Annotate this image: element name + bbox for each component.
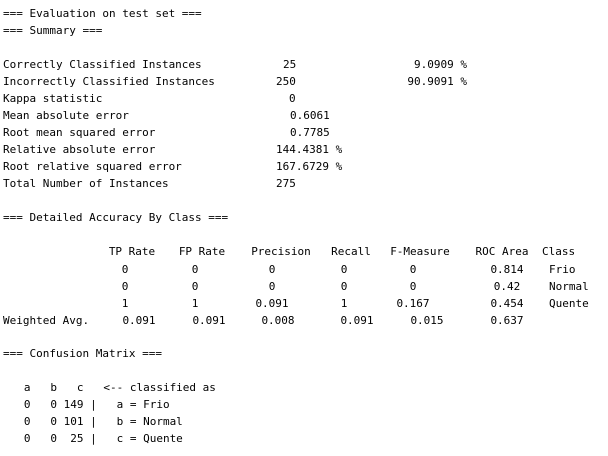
summary-row-correct-label: Correctly Classified Instances: [3, 58, 202, 71]
summary-row-rmse-label: Root mean squared error: [3, 126, 156, 139]
accuracy-cell: 0.091: [255, 297, 289, 310]
summary-title: === Summary ===: [3, 24, 103, 37]
summary-row-rae-value: 144.4381 %: [276, 143, 343, 156]
accuracy-cell: 0.008: [261, 314, 295, 327]
accuracy-cell: 1: [121, 297, 129, 310]
classifier-output-panel[interactable]: === Evaluation on test set === === Summa…: [0, 0, 608, 456]
confusion-title: === Confusion Matrix ===: [3, 347, 162, 360]
summary-row-rae-label: Relative absolute error: [3, 143, 156, 156]
accuracy-cell: 0: [340, 280, 348, 293]
accuracy-cell-class: Normal: [549, 280, 589, 293]
accuracy-cell: 0.454: [490, 297, 524, 310]
summary-row-rrse-label: Root relative squared error: [3, 160, 182, 173]
accuracy-cell: 0.167: [396, 297, 430, 310]
accuracy-cell: 0.091: [192, 314, 226, 327]
accuracy-cell: 0: [409, 263, 417, 276]
accuracy-cell: 0.015: [410, 314, 444, 327]
accuracy-cell: 1: [340, 297, 348, 310]
summary-row-incorrect-pct: 90.9091 %: [407, 75, 467, 88]
summary-row-mae-value: 0.6061: [290, 109, 330, 122]
summary-row-rrse-value: 167.6729 %: [276, 160, 343, 173]
summary-row-kappa-label: Kappa statistic: [3, 92, 103, 105]
accuracy-cell: 0.091: [122, 314, 156, 327]
summary-row-mae-label: Mean absolute error: [3, 109, 129, 122]
evaluation-title: === Evaluation on test set ===: [3, 7, 202, 20]
accuracy-cell: 0: [409, 280, 417, 293]
accuracy-header-tp-rate: TP Rate: [108, 245, 156, 258]
accuracy-cell: 0.637: [490, 314, 524, 327]
confusion-row: 0 0 101 | b = Normal: [4, 415, 183, 428]
accuracy-cell: 0: [268, 280, 276, 293]
accuracy-header-f-measure: F-Measure: [390, 245, 450, 258]
summary-row-rmse-value: 0.7785: [290, 126, 330, 139]
accuracy-cell: 0: [268, 263, 276, 276]
accuracy-header-recall: Recall: [331, 245, 371, 258]
accuracy-cell: 0.091: [340, 314, 374, 327]
summary-row-correct-pct: 9.0909 %: [414, 58, 467, 71]
accuracy-cell-class: Frio: [549, 263, 576, 276]
accuracy-cell: 0: [191, 263, 199, 276]
accuracy-cell: 0: [121, 280, 129, 293]
summary-row-total-label: Total Number of Instances: [3, 177, 169, 190]
summary-row-correct-value: 25: [283, 58, 297, 71]
accuracy-cell: 0: [121, 263, 129, 276]
summary-row-incorrect-value: 250: [276, 75, 296, 88]
accuracy-header-precision: Precision: [251, 245, 311, 258]
confusion-row: 0 0 149 | a = Frio: [4, 398, 170, 411]
accuracy-cell: 0.814: [490, 263, 524, 276]
accuracy-cell: 0.42: [493, 280, 521, 293]
summary-row-kappa-value: 0: [289, 92, 296, 105]
accuracy-header-fp-rate: FP Rate: [178, 245, 226, 258]
confusion-header: a b c <-- classified as: [4, 381, 216, 394]
accuracy-cell: 0: [191, 280, 199, 293]
accuracy-header-class: Class: [542, 245, 576, 258]
accuracy-header-roc-area: ROC Area: [475, 245, 529, 258]
accuracy-cell: 1: [191, 297, 199, 310]
accuracy-cell: 0: [340, 263, 348, 276]
summary-row-incorrect-label: Incorrectly Classified Instances: [3, 75, 215, 88]
weighted-avg-label: Weighted Avg.: [3, 314, 90, 327]
summary-row-total-value: 275: [276, 177, 296, 190]
accuracy-cell-class: Quente: [549, 297, 589, 310]
confusion-row: 0 0 25 | c = Quente: [4, 432, 183, 445]
accuracy-title: === Detailed Accuracy By Class ===: [3, 211, 229, 224]
